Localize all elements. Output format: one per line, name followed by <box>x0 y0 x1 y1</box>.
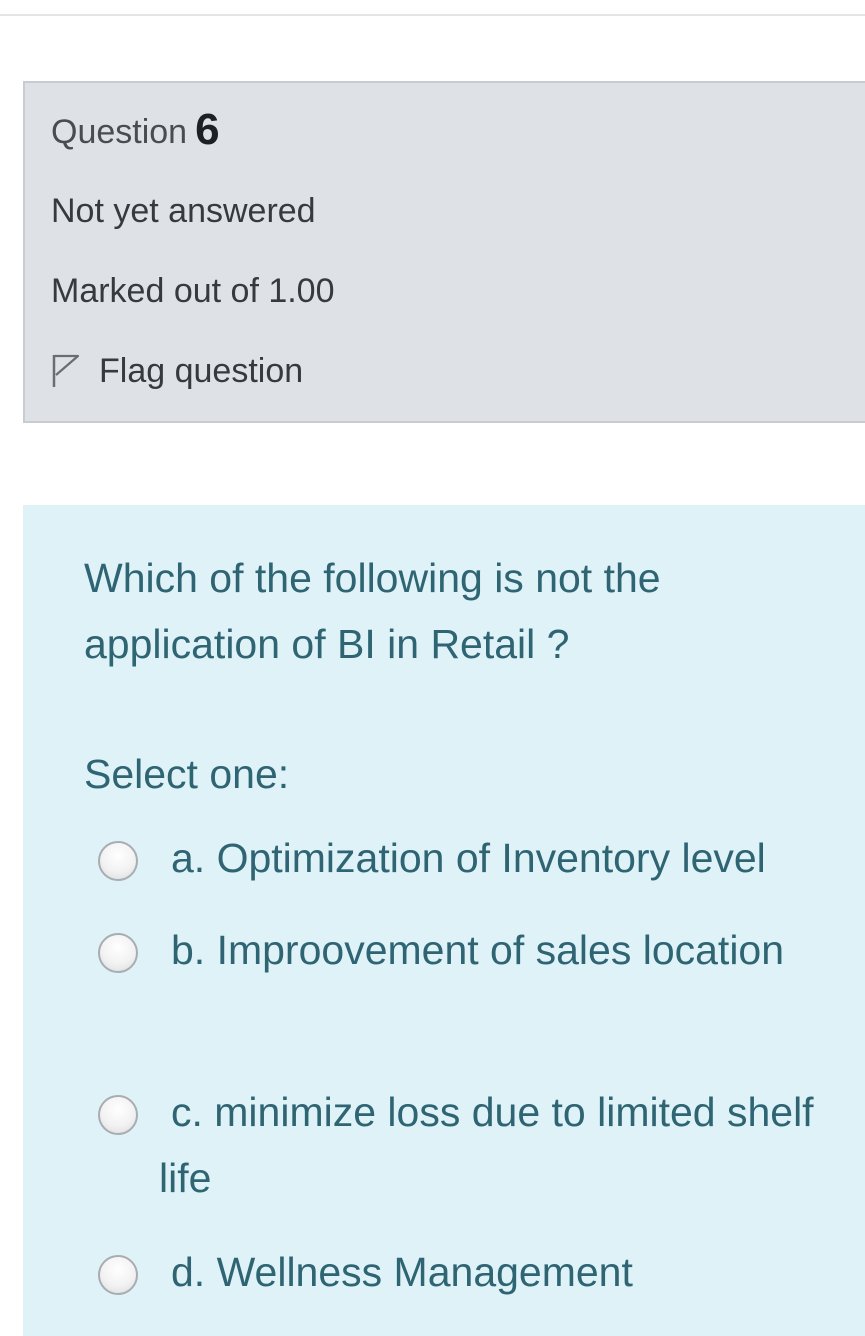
question-heading: Question 6 <box>51 108 220 152</box>
flag-question-label: Flag question <box>99 352 304 390</box>
question-word: Question <box>51 113 188 151</box>
answer-label-d: d. Wellness Management <box>171 1249 633 1295</box>
question-content-panel: Which of the following is not the applic… <box>23 505 865 1336</box>
answer-option-c[interactable]: c. minimize loss due to limited shelf li… <box>98 1079 814 1215</box>
question-info-panel: Question 6 Not yet answered Marked out of… <box>23 81 865 423</box>
answer-prompt: Select one: <box>84 751 290 797</box>
answer-label-b: b. Improovement of sales location <box>171 927 785 973</box>
flag-icon <box>52 354 80 387</box>
question-number: 6 <box>195 105 220 154</box>
answer-option-d[interactable]: d. Wellness Management <box>98 1239 798 1309</box>
answer-option-b[interactable]: b. Improovement of sales location <box>98 917 798 1053</box>
radio-button-d[interactable] <box>98 1255 138 1295</box>
answer-label-c: c. minimize loss due to limited shelf li… <box>159 1089 814 1201</box>
question-grade: Marked out of 1.00 <box>51 272 335 310</box>
question-state: Not yet answered <box>51 192 316 230</box>
top-divider <box>0 14 865 16</box>
flag-question-link[interactable]: Flag question <box>51 347 303 395</box>
question-text: Which of the following is not the applic… <box>84 555 661 667</box>
radio-button-a[interactable] <box>98 841 138 881</box>
answer-label-a: a. Optimization of Inventory level <box>171 835 766 881</box>
answer-option-a[interactable]: a. Optimization of Inventory level <box>98 825 798 895</box>
radio-button-b[interactable] <box>98 933 138 973</box>
radio-button-c[interactable] <box>98 1095 138 1135</box>
